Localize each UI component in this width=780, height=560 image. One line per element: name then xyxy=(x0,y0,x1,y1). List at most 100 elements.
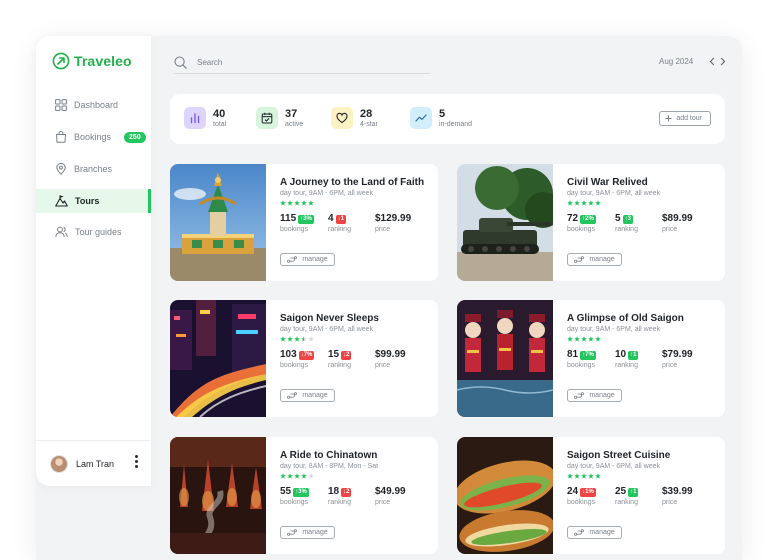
tour-title: A Journey to the Land of Faith xyxy=(280,177,425,188)
avatar xyxy=(50,454,68,473)
sidebar-item-label: Tour guides xyxy=(75,227,122,237)
bookings-label: bookings xyxy=(280,499,309,506)
price-value: $89.99 xyxy=(662,213,693,224)
search-input[interactable] xyxy=(197,58,397,67)
price-metric: $79.99 price xyxy=(662,349,693,369)
manage-label: manage xyxy=(589,392,615,399)
bookings-value: 81 xyxy=(567,349,579,360)
sidebar-item-label: Branches xyxy=(74,164,113,174)
price-value: $39.99 xyxy=(662,486,693,497)
tour-card[interactable]: Civil War Relived day tour, 9AM - 6PM, a… xyxy=(457,164,725,281)
tour-title: Saigon Never Sleeps xyxy=(280,313,379,324)
manage-label: manage xyxy=(302,256,328,263)
tour-card[interactable]: A Ride to Chinatown day tour, 8AM - 8PM,… xyxy=(170,437,438,554)
sidebar-item-bookings[interactable]: Bookings 250 xyxy=(36,125,151,149)
stat-value: 28 xyxy=(360,107,373,120)
sidebar-item-tours[interactable]: Tours xyxy=(36,189,151,213)
increase-badge: ↑2% xyxy=(580,214,596,224)
tour-card-body: Saigon Street Cuisine day tour, 9AM - 6P… xyxy=(567,450,717,506)
ranking-label: ranking xyxy=(615,499,638,506)
bookings-value: 103 xyxy=(280,349,297,360)
bookings-metric: 24 ↓1% bookings xyxy=(567,486,615,506)
route-icon xyxy=(574,256,585,263)
tour-card[interactable]: A Glimpse of Old Saigon day tour, 9AM - … xyxy=(457,300,725,417)
route-icon xyxy=(287,392,298,399)
heart-icon xyxy=(331,107,353,129)
add-tour-button[interactable]: add tour xyxy=(659,111,711,126)
manage-button[interactable]: manage xyxy=(280,526,335,539)
tour-schedule: day tour, 9AM - 6PM, all week xyxy=(567,326,660,333)
bookings-metric: 55 ↑3% bookings xyxy=(280,486,328,506)
bookings-label: bookings xyxy=(567,226,596,233)
tour-schedule: day tour, 8AM - 8PM, Mon - Sat xyxy=(280,463,379,470)
prev-month-button[interactable] xyxy=(707,55,717,67)
route-icon xyxy=(574,392,585,399)
tour-image xyxy=(170,300,266,417)
tour-card[interactable]: Saigon Never Sleeps day tour, 9AM - 6PM,… xyxy=(170,300,438,417)
ranking-metric: 18 ↓2 ranking xyxy=(328,486,375,506)
logo-arrow-icon xyxy=(52,52,70,70)
tour-card[interactable]: Saigon Street Cuisine day tour, 9AM - 6P… xyxy=(457,437,725,554)
tour-card-body: A Ride to Chinatown day tour, 8AM - 8PM,… xyxy=(280,450,430,506)
manage-button[interactable]: manage xyxy=(567,253,622,266)
manage-label: manage xyxy=(589,256,615,263)
app-logo[interactable]: Traveleo xyxy=(52,52,132,70)
decrease-badge: ↓7% xyxy=(298,350,315,360)
increase-badge: ↑3% xyxy=(298,214,314,224)
stats-bar: 40 total 37 active 28 4-star 5 in-demand xyxy=(170,94,725,144)
price-metric: $129.99 price xyxy=(375,213,411,233)
route-icon xyxy=(287,529,298,536)
sidebar-item-tour-guides[interactable]: Tour guides xyxy=(36,220,151,244)
ranking-label: ranking xyxy=(615,362,638,369)
increase-badge: ↑1 xyxy=(628,350,639,360)
dashboard-icon xyxy=(55,99,67,111)
sidebar-item-dashboard[interactable]: Dashboard xyxy=(36,93,151,117)
price-label: price xyxy=(662,499,678,506)
tour-metrics: 115 ↑3% bookings 4 ↓1 ranking $129.99 pr… xyxy=(280,213,430,233)
manage-button[interactable]: manage xyxy=(567,389,622,402)
manage-button[interactable]: manage xyxy=(567,526,622,539)
stat-active: 37 active xyxy=(256,107,303,129)
tour-card[interactable]: A Journey to the Land of Faith day tour,… xyxy=(170,164,438,281)
next-month-button[interactable] xyxy=(718,55,728,67)
stat-value: 5 xyxy=(439,107,446,120)
ranking-label: ranking xyxy=(615,226,638,233)
bookings-metric: 103 ↓7% bookings xyxy=(280,349,328,369)
price-label: price xyxy=(375,499,391,506)
search-icon[interactable] xyxy=(174,56,187,69)
ranking-value: 4 xyxy=(328,213,334,224)
stat-label: active xyxy=(285,120,304,128)
price-label: price xyxy=(375,362,391,369)
users-icon xyxy=(55,226,68,238)
more-options-icon[interactable] xyxy=(135,455,139,468)
increase-badge: ↑1 xyxy=(628,487,639,497)
tour-image xyxy=(170,164,266,281)
price-metric: $89.99 price xyxy=(662,213,693,233)
plus-icon xyxy=(665,115,672,122)
user-profile[interactable]: Lam Tran xyxy=(36,440,151,486)
bookings-value: 55 xyxy=(280,486,292,497)
price-value: $129.99 xyxy=(375,213,412,224)
manage-button[interactable]: manage xyxy=(280,253,335,266)
tour-schedule: day tour, 9AM - 6PM, all week xyxy=(280,326,373,333)
calendar-check-icon xyxy=(256,107,278,129)
decrease-badge: ↓2 xyxy=(341,350,352,360)
bookings-label: bookings xyxy=(280,362,309,369)
ranking-value: 25 xyxy=(615,486,627,497)
increase-badge: ↑3 xyxy=(622,214,633,224)
tour-image xyxy=(170,437,266,554)
ranking-metric: 4 ↓1 ranking xyxy=(328,213,375,233)
bookings-value: 72 xyxy=(567,213,579,224)
tour-card-body: A Glimpse of Old Saigon day tour, 9AM - … xyxy=(567,313,717,369)
manage-label: manage xyxy=(302,529,328,536)
tour-schedule: day tour, 9AM - 6PM, all week xyxy=(567,190,660,197)
bookings-label: bookings xyxy=(567,499,596,506)
ranking-value: 18 xyxy=(328,486,340,497)
ranking-value: 15 xyxy=(328,349,340,360)
ranking-label: ranking xyxy=(328,362,351,369)
user-name: Lam Tran xyxy=(76,458,115,469)
price-metric: $99.99 price xyxy=(375,349,406,369)
manage-button[interactable]: manage xyxy=(280,389,335,402)
ranking-metric: 5 ↑3 ranking xyxy=(615,213,662,233)
sidebar-item-branches[interactable]: Branches xyxy=(36,157,151,181)
